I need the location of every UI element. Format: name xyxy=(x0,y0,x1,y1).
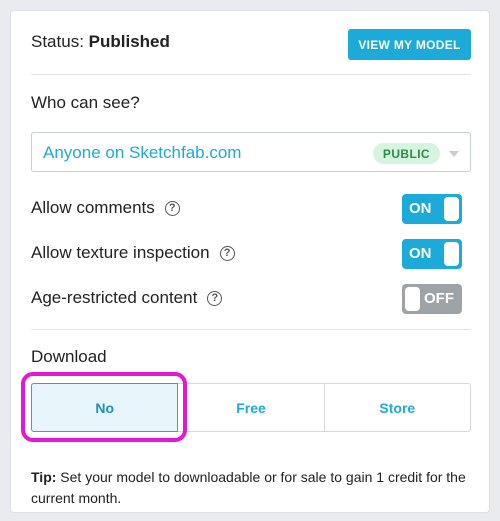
publish-settings-panel: Status: Published VIEW MY MODEL Who can … xyxy=(10,10,490,513)
download-heading: Download xyxy=(31,347,107,366)
download-option-free[interactable]: Free xyxy=(178,384,325,431)
divider xyxy=(31,74,471,75)
public-badge: PUBLIC xyxy=(372,143,440,164)
divider xyxy=(31,329,471,330)
tip-message: Set your model to downloadable or for sa… xyxy=(31,469,466,506)
view-my-model-button[interactable]: VIEW MY MODEL xyxy=(348,29,471,60)
toggle-knob xyxy=(405,287,420,311)
age-restricted-label: Age-restricted content xyxy=(31,288,198,307)
download-option-store[interactable]: Store xyxy=(325,384,470,431)
allow-comments-toggle[interactable]: ON xyxy=(402,194,462,224)
help-icon[interactable]: ? xyxy=(164,200,180,216)
toggle-knob xyxy=(444,242,459,266)
allow-comments-label: Allow comments xyxy=(31,198,155,217)
download-option-no[interactable]: No xyxy=(31,383,179,432)
allow-texture-inspection-toggle[interactable]: ON xyxy=(402,239,462,269)
help-icon[interactable]: ? xyxy=(207,290,223,306)
option-allow-comments: Allow comments ? ON xyxy=(31,194,462,224)
toggle-state: OFF xyxy=(424,290,454,307)
visibility-selected-value: Anyone on Sketchfab.com xyxy=(43,143,242,162)
option-label: Allow texture inspection ? xyxy=(31,243,235,263)
allow-texture-inspection-label: Allow texture inspection xyxy=(31,243,210,262)
visibility-select[interactable]: Anyone on Sketchfab.com PUBLIC xyxy=(31,132,471,172)
tip-text: Tip: Set your model to downloadable or f… xyxy=(31,467,471,509)
status-label: Status: xyxy=(31,32,84,51)
download-options: No Free Store xyxy=(31,383,471,432)
status-text: Status: Published xyxy=(31,32,170,52)
toggle-state: ON xyxy=(409,245,432,262)
toggle-state: ON xyxy=(409,200,432,217)
help-icon[interactable]: ? xyxy=(219,245,235,261)
status-row: Status: Published VIEW MY MODEL xyxy=(31,29,471,61)
visibility-heading: Who can see? xyxy=(31,93,140,112)
option-allow-texture-inspection: Allow texture inspection ? ON xyxy=(31,239,462,269)
option-label: Allow comments ? xyxy=(31,198,180,218)
tip-label: Tip: xyxy=(31,469,57,485)
toggle-knob xyxy=(444,197,459,221)
status-value: Published xyxy=(88,32,170,51)
chevron-down-icon xyxy=(449,151,459,157)
option-label: Age-restricted content ? xyxy=(31,288,223,308)
option-age-restricted: Age-restricted content ? OFF xyxy=(31,284,462,314)
age-restricted-toggle[interactable]: OFF xyxy=(402,284,462,314)
